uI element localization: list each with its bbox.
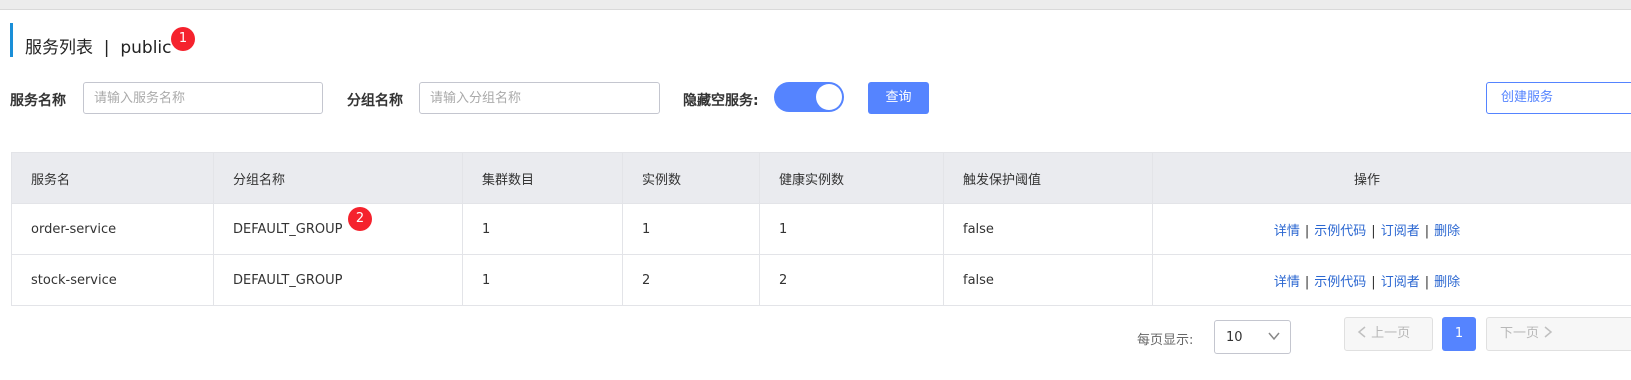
query-button[interactable]: 查询 <box>868 82 929 114</box>
op-separator: | <box>1424 274 1430 290</box>
cell-cluster-count: 1 <box>462 254 623 306</box>
cell-operations: 详情 | 示例代码 | 订阅者 | 删除 <box>1152 203 1631 255</box>
create-service-button[interactable]: 创建服务 <box>1486 82 1631 114</box>
op-separator: | <box>1304 223 1310 239</box>
current-page-button[interactable]: 1 <box>1442 317 1476 351</box>
cell-instance-count: 1 <box>622 203 760 255</box>
page-title: 服务列表 | public <box>25 38 172 58</box>
chevron-right-icon <box>1544 326 1553 338</box>
sample-code-link[interactable]: 示例代码 <box>1314 224 1366 239</box>
prev-page-label: 上一页 <box>1371 326 1411 341</box>
chevron-left-icon <box>1357 326 1366 338</box>
cell-operations: 详情 | 示例代码 | 订阅者 | 删除 <box>1152 254 1631 306</box>
page-size-value: 10 <box>1226 330 1243 345</box>
service-table: 服务名 分组名称 集群数目 实例数 健康实例数 触发保护阈值 操作 order-… <box>11 152 1631 306</box>
op-separator: | <box>1371 274 1376 290</box>
service-name-input[interactable] <box>83 82 323 114</box>
next-page-label: 下一页 <box>1500 326 1540 341</box>
service-name-label: 服务名称 <box>10 93 66 109</box>
column-header-cluster-count: 集群数目 <box>462 152 623 204</box>
cell-healthy-count: 2 <box>759 254 944 306</box>
op-separator: | <box>1424 223 1430 239</box>
next-page-button[interactable]: 下一页 <box>1486 317 1631 351</box>
cell-protect-threshold: false <box>943 203 1153 255</box>
cell-cluster-count: 1 <box>462 203 623 255</box>
delete-link[interactable]: 删除 <box>1434 275 1460 290</box>
column-header-healthy-count: 健康实例数 <box>759 152 944 204</box>
table-row: order-service DEFAULT_GROUP 2 1 1 1 fals… <box>11 203 1631 255</box>
annotation-badge-1: 1 <box>171 27 195 51</box>
cell-protect-threshold: false <box>943 254 1153 306</box>
delete-link[interactable]: 删除 <box>1434 224 1460 239</box>
hide-empty-toggle[interactable] <box>774 82 844 112</box>
detail-link[interactable]: 详情 <box>1274 275 1300 290</box>
hide-empty-label: 隐藏空服务: <box>683 93 759 109</box>
table-row: stock-service DEFAULT_GROUP 1 2 2 false … <box>11 254 1631 306</box>
cell-group-name: DEFAULT_GROUP <box>213 254 463 306</box>
subscribers-link[interactable]: 订阅者 <box>1381 224 1420 239</box>
cell-group-name: DEFAULT_GROUP 2 <box>213 203 463 255</box>
detail-link[interactable]: 详情 <box>1274 224 1300 239</box>
cell-service-name: stock-service <box>11 254 214 306</box>
page-size-label: 每页显示: <box>1137 333 1194 348</box>
column-header-protect-threshold: 触发保护阈值 <box>943 152 1153 204</box>
annotation-badge-2: 2 <box>348 207 372 231</box>
group-name-input[interactable] <box>419 82 660 114</box>
title-accent-bar <box>10 23 13 57</box>
cell-healthy-count: 1 <box>759 203 944 255</box>
cell-service-name: order-service <box>11 203 214 255</box>
column-header-operations: 操作 <box>1152 152 1631 204</box>
chevron-down-icon <box>1268 332 1280 341</box>
group-name-text: DEFAULT_GROUP <box>233 221 343 237</box>
top-bar <box>0 0 1631 10</box>
toggle-knob <box>816 84 842 110</box>
column-header-service-name: 服务名 <box>11 152 214 204</box>
group-name-label: 分组名称 <box>347 93 403 109</box>
page-size-select[interactable]: 10 <box>1214 320 1291 354</box>
subscribers-link[interactable]: 订阅者 <box>1381 275 1420 290</box>
op-separator: | <box>1304 274 1310 290</box>
column-header-instance-count: 实例数 <box>622 152 760 204</box>
prev-page-button[interactable]: 上一页 <box>1344 317 1433 351</box>
cell-instance-count: 2 <box>622 254 760 306</box>
op-separator: | <box>1371 223 1376 239</box>
sample-code-link[interactable]: 示例代码 <box>1314 275 1366 290</box>
table-header-row: 服务名 分组名称 集群数目 实例数 健康实例数 触发保护阈值 操作 <box>11 152 1631 204</box>
column-header-group-name: 分组名称 <box>213 152 463 204</box>
